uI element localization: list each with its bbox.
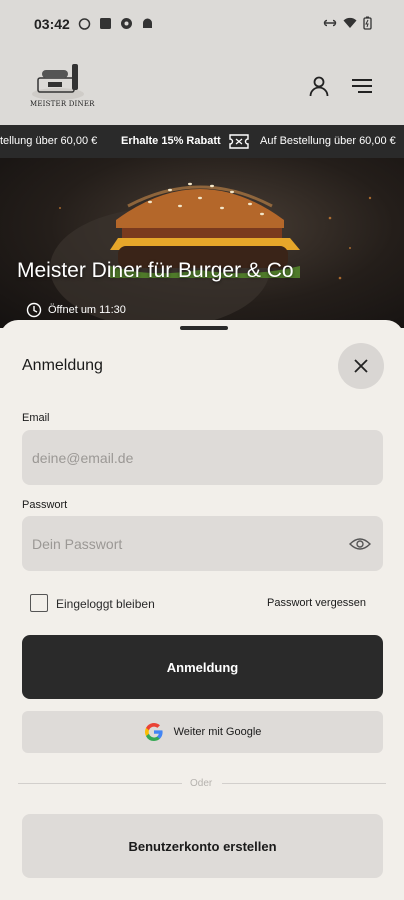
opening-hours: Öffnet um 11:30 [26, 302, 126, 318]
login-button-label: Anmeldung [166, 659, 239, 675]
status-notification-icons [78, 17, 154, 30]
remember-me-checkbox[interactable] [30, 594, 48, 612]
restaurant-logo[interactable]: MEISTER DINER [28, 58, 95, 118]
status-system-icons [323, 16, 372, 30]
remember-me-label[interactable]: Eingeloggt bleiben [56, 597, 155, 611]
close-icon [354, 359, 368, 373]
ticket-icon [229, 134, 249, 149]
square-icon [100, 18, 111, 29]
restaurant-title: Meister Diner für Burger & Co [17, 259, 294, 282]
forgot-password-link[interactable]: Passwort vergessen [267, 597, 366, 609]
opening-hours-text: Öffnet um 11:30 [48, 304, 126, 316]
cat-icon [78, 18, 91, 30]
email-field[interactable] [22, 430, 383, 485]
promo-ticker: tellung über 60,00 € Erhalte 15% Rabatt … [0, 125, 404, 158]
create-account-label: Benutzerkonto erstellen [128, 838, 277, 854]
login-button[interactable]: Anmeldung [22, 635, 383, 699]
ticker-item: Auf Bestellung über 60,00 € [260, 135, 396, 147]
ticker-item: tellung über 60,00 € [0, 135, 98, 147]
divider-right [222, 783, 386, 784]
password-label: Passwort [22, 499, 68, 511]
android-icon [143, 18, 152, 28]
status-bar: 03:42 [0, 0, 404, 48]
wifi-icon [343, 17, 357, 28]
google-icon [144, 723, 163, 741]
account-icon[interactable] [307, 74, 331, 98]
password-field[interactable] [22, 516, 383, 571]
settings-icon [121, 18, 132, 29]
divider-left [18, 783, 182, 784]
status-time: 03:42 [34, 16, 70, 32]
close-button[interactable] [338, 343, 384, 389]
logo-text: MEISTER DINER [30, 100, 95, 108]
google-button-label: Weiter mit Google [173, 726, 262, 738]
diner-logo-icon [32, 64, 84, 100]
app-header: MEISTER DINER [0, 48, 404, 125]
email-label: Email [22, 412, 50, 424]
sheet-title: Anmeldung [22, 357, 103, 374]
sheet-drag-handle[interactable] [180, 326, 228, 330]
clock-icon [26, 302, 42, 318]
battery-icon [363, 16, 372, 30]
show-password-icon[interactable] [349, 536, 371, 552]
or-separator: Oder [190, 778, 213, 789]
menu-icon[interactable] [350, 74, 374, 98]
ticker-item-highlight: Erhalte 15% Rabatt [121, 135, 221, 147]
create-account-button[interactable]: Benutzerkonto erstellen [22, 814, 383, 878]
link-icon [323, 19, 337, 27]
google-signin-button[interactable]: Weiter mit Google [22, 711, 383, 753]
